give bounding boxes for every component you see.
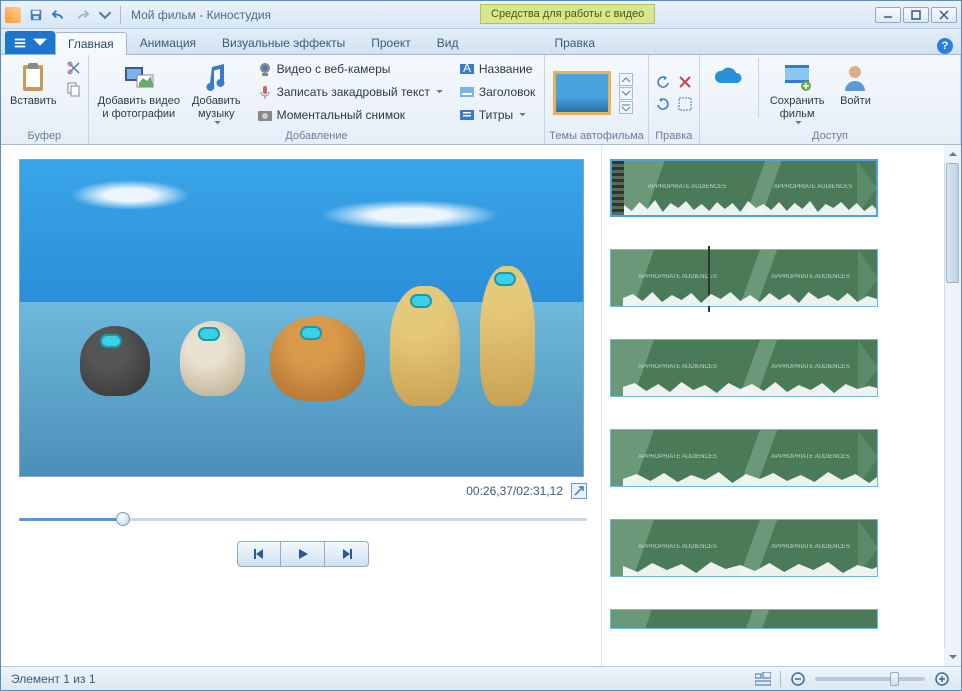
zoom-in-button[interactable] <box>933 670 951 688</box>
prev-frame-button[interactable] <box>237 541 281 567</box>
narration-button[interactable]: Записать закадровый текст <box>252 81 448 103</box>
workspace: 00:26,37/02:31,12 APPROPRIATE AUDIENCESA… <box>1 145 961 666</box>
delete-button[interactable] <box>675 72 695 92</box>
playback-controls <box>19 541 587 567</box>
save-movie-icon <box>781 61 813 93</box>
scrollbar-thumb[interactable] <box>946 163 959 283</box>
timecode: 00:26,37/02:31,12 <box>466 484 563 498</box>
group-themes: Темы автофильма <box>545 55 649 144</box>
group-add: Добавить видео и фотографии Добавить муз… <box>89 55 546 144</box>
zoom-out-button[interactable] <box>789 670 807 688</box>
play-button[interactable] <box>281 541 325 567</box>
clip-3[interactable]: APPROPRIATE AUDIENCESAPPROPRIATE AUDIENC… <box>610 339 878 397</box>
storyboard[interactable]: APPROPRIATE AUDIENCESAPPROPRIATE AUDIENC… <box>601 145 961 666</box>
minimize-button[interactable] <box>875 7 901 23</box>
app-icon <box>5 7 21 23</box>
next-frame-button[interactable] <box>325 541 369 567</box>
theme-scroll-down[interactable] <box>619 87 633 100</box>
preview-pane: 00:26,37/02:31,12 <box>1 145 601 666</box>
music-note-icon <box>200 61 232 93</box>
microphone-icon <box>257 84 273 100</box>
paste-button[interactable]: Вставить <box>5 58 62 111</box>
ribbon-tabs: Главная Анимация Визуальные эффекты Прое… <box>1 29 961 55</box>
theme-scroll-up[interactable] <box>619 73 633 86</box>
credits-button[interactable]: Титры <box>454 104 540 126</box>
snapshot-button[interactable]: Моментальный снимок <box>252 104 448 126</box>
seek-thumb[interactable] <box>116 512 130 526</box>
clipboard-icon <box>17 61 49 93</box>
select-all-button[interactable] <box>675 94 695 114</box>
webcam-icon <box>257 61 273 77</box>
group-edit: Правка <box>649 55 700 144</box>
camera-icon <box>257 107 273 123</box>
webcam-button[interactable]: Видео с веб-камеры <box>252 58 448 80</box>
signin-button[interactable]: Войти <box>831 58 879 111</box>
ribbon: Вставить Буфер Добавить видео и фотограф… <box>1 55 961 145</box>
status-item-count: Элемент 1 из 1 <box>11 672 96 686</box>
theme-thumbnail[interactable] <box>553 71 611 115</box>
rotate-right-button[interactable] <box>653 94 673 114</box>
clip-1[interactable]: APPROPRIATE AUDIENCESAPPROPRIATE AUDIENC… <box>610 159 878 217</box>
zoom-slider-thumb[interactable] <box>890 672 899 686</box>
tab-home[interactable]: Главная <box>55 32 127 55</box>
film-photo-icon <box>123 61 155 93</box>
clip-2[interactable]: APPROPRIATE AUDIENCESAPPROPRIATE AUDIENC… <box>610 249 878 307</box>
credits-icon <box>459 107 475 123</box>
tab-view[interactable]: Вид <box>424 31 472 54</box>
close-button[interactable] <box>931 7 957 23</box>
rotate-left-button[interactable] <box>653 72 673 92</box>
maximize-button[interactable] <box>903 7 929 23</box>
theme-expand[interactable] <box>619 101 633 114</box>
undo-icon[interactable] <box>50 6 68 24</box>
title-button[interactable]: AНазвание <box>454 58 540 80</box>
caption-button[interactable]: Заголовок <box>454 81 540 103</box>
title-bar: Мой фильм - Киностудия Средства для рабо… <box>1 1 961 29</box>
contextual-tab-label: Средства для работы с видео <box>480 4 655 24</box>
quick-access-toolbar <box>27 6 121 24</box>
zoom-slider[interactable] <box>815 677 925 681</box>
seek-bar[interactable] <box>19 509 587 529</box>
tab-edit[interactable]: Правка <box>541 31 608 54</box>
clip-4[interactable]: APPROPRIATE AUDIENCESAPPROPRIATE AUDIENC… <box>610 429 878 487</box>
svg-text:A: A <box>463 61 471 75</box>
help-button[interactable]: ? <box>937 38 953 54</box>
clip-5[interactable]: APPROPRIATE AUDIENCESAPPROPRIATE AUDIENC… <box>610 519 878 577</box>
file-menu-button[interactable] <box>5 31 55 54</box>
cut-button[interactable] <box>64 58 84 78</box>
group-clipboard: Вставить Буфер <box>1 55 89 144</box>
tab-animation[interactable]: Анимация <box>127 31 209 54</box>
save-movie-button[interactable]: Сохранить фильм <box>765 58 830 128</box>
group-access: Сохранить фильм Войти Доступ <box>700 55 961 144</box>
user-icon <box>839 61 871 93</box>
qat-customize-icon[interactable] <box>96 6 114 24</box>
save-icon[interactable] <box>27 6 45 24</box>
storyboard-scrollbar[interactable] <box>944 145 961 666</box>
redo-icon[interactable] <box>73 6 91 24</box>
onedrive-button[interactable] <box>704 58 752 98</box>
cloud-icon <box>712 61 744 93</box>
scroll-down-button[interactable] <box>944 649 961 666</box>
thumbnail-size-button[interactable] <box>754 670 772 688</box>
tab-project[interactable]: Проект <box>358 31 424 54</box>
title-icon: A <box>459 61 475 77</box>
add-media-button[interactable]: Добавить видео и фотографии <box>93 58 185 124</box>
copy-button[interactable] <box>64 79 84 99</box>
fullscreen-button[interactable] <box>571 483 587 499</box>
preview-monitor[interactable] <box>19 159 584 477</box>
scroll-up-button[interactable] <box>944 145 961 162</box>
caption-icon <box>459 84 475 100</box>
add-music-button[interactable]: Добавить музыку <box>187 58 246 128</box>
status-bar: Элемент 1 из 1 <box>1 666 961 690</box>
clip-6[interactable] <box>610 609 878 629</box>
window-controls <box>875 7 957 23</box>
tab-visual-effects[interactable]: Визуальные эффекты <box>209 31 358 54</box>
